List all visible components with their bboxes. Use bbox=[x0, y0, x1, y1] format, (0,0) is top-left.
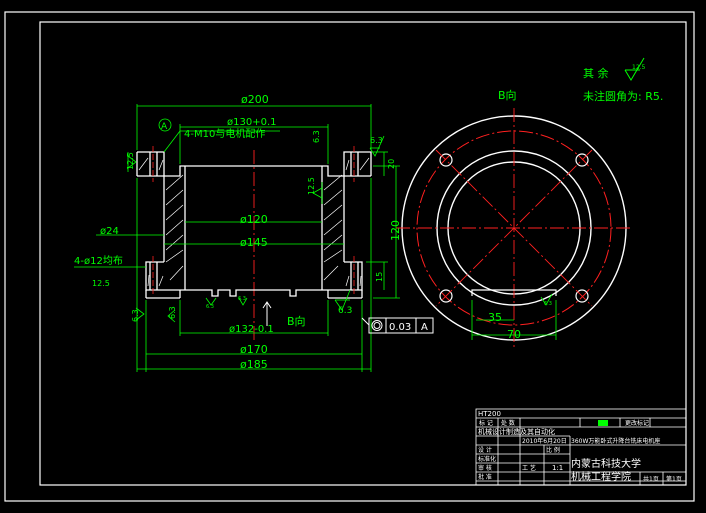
dim-holes12-ra: 12.5 bbox=[92, 279, 110, 288]
tb-approve: 批 准 bbox=[478, 473, 492, 481]
small-ra-1: 6.3 bbox=[206, 304, 214, 310]
dim-200: ø200 bbox=[241, 93, 269, 106]
tb-material: HT200 bbox=[478, 410, 501, 418]
dim-35: 35 bbox=[488, 311, 502, 324]
tb-project: 机械设计制造及其自动化 bbox=[478, 427, 555, 436]
note-rounding: 未注圆角为: R5. bbox=[583, 89, 663, 103]
note-qiyu: 其 余 bbox=[583, 66, 609, 80]
b-direction-arrow bbox=[262, 301, 272, 326]
ra-right: 12.5 bbox=[307, 177, 316, 195]
flatness-tol: 0.03 bbox=[389, 322, 411, 333]
tb-design: 设 计 bbox=[478, 446, 492, 454]
dim-185: ø185 bbox=[240, 358, 268, 371]
tb-standard: 标准化 bbox=[478, 455, 496, 463]
tb-process: 工 艺 bbox=[522, 464, 536, 472]
tb-scale: 1:1 bbox=[552, 464, 563, 472]
ra-left: 12.5 bbox=[126, 152, 135, 170]
cad-drawing: 其 余 12.5 未注圆角为: R5. B向 35 70 6.3 ø200 ø1… bbox=[4, 11, 695, 502]
flatness-datum: A bbox=[421, 322, 428, 333]
b-view-label: B向 bbox=[498, 88, 517, 102]
dim-130: ø130+0.1 bbox=[227, 117, 277, 128]
tb-r1c2: 处 数 bbox=[501, 419, 515, 427]
dim-170: ø170 bbox=[240, 343, 268, 356]
dim-70: 70 bbox=[507, 328, 521, 341]
dim-120: ø120 bbox=[240, 213, 268, 226]
dim-m10: 4-M10与电机配作 bbox=[184, 127, 265, 140]
tb-scale-label: 比 例 bbox=[546, 446, 560, 454]
roughness-symbols bbox=[127, 135, 385, 323]
note-qiyu-value: 12.5 bbox=[632, 64, 646, 71]
dim-h20: 20 bbox=[387, 159, 396, 169]
tb-r1c1: 标 记 bbox=[479, 419, 493, 427]
datum-a: A bbox=[161, 122, 168, 132]
tb-r1c7: 更改标记 bbox=[625, 419, 649, 427]
tb-title: 360W万能卧式升降台铣床电机座 bbox=[571, 437, 660, 445]
tb-school2: 机械工程学院 bbox=[571, 470, 631, 483]
b-arrow-label: B向 bbox=[287, 314, 306, 328]
ra-63-a: 6.3 bbox=[370, 136, 383, 145]
tb-sheets: 共1页 bbox=[643, 475, 659, 483]
ra-63-b: 6.3 bbox=[338, 306, 352, 316]
ra-63-d: 6.3 bbox=[168, 306, 177, 319]
title-block-marker bbox=[598, 420, 608, 426]
small-ra-2: 6.3 bbox=[238, 296, 246, 302]
tb-date: 2010年6月20日 bbox=[522, 437, 567, 445]
dim-145: ø145 bbox=[240, 236, 268, 249]
tb-review: 审 核 bbox=[478, 464, 492, 472]
b-view: 35 70 6.3 bbox=[396, 108, 632, 348]
dim-h15: 15 bbox=[375, 272, 384, 282]
tb-page: 第1页 bbox=[666, 475, 682, 483]
dim-h120: 120 bbox=[389, 220, 402, 241]
dim-holes12: 4-ø12均布 bbox=[74, 255, 123, 267]
ra-63-c: 6.3 bbox=[131, 309, 140, 322]
ra-63-top-right: 6.3 bbox=[312, 130, 321, 143]
dim-24: ø24 bbox=[100, 226, 119, 237]
b-view-small-ra: 6.3 bbox=[544, 301, 552, 307]
tb-school1: 内蒙古科技大学 bbox=[571, 457, 641, 470]
